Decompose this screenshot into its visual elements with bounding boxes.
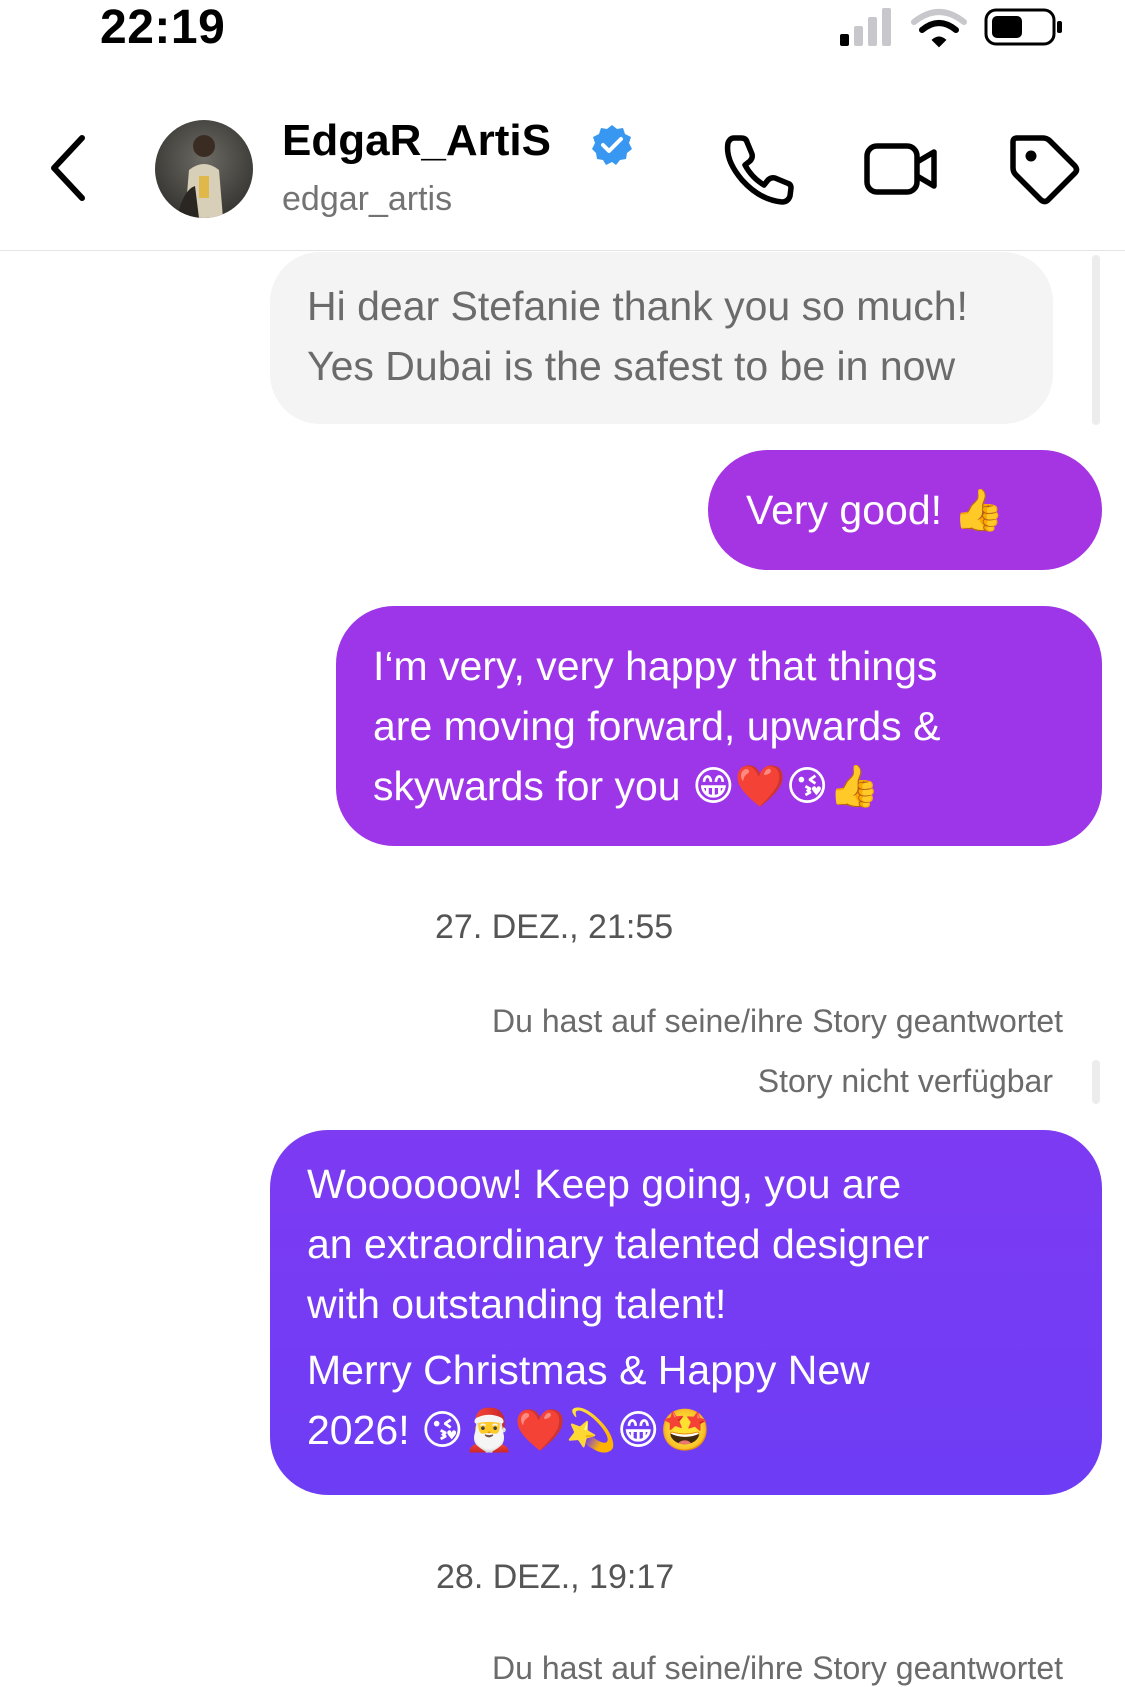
message-line: are moving forward, upwards & xyxy=(373,703,941,749)
story-reply-note: Du hast auf seine/ihre Story geantwortet xyxy=(492,1003,1063,1039)
verified-badge-icon xyxy=(592,125,632,165)
date-separator: 27. DEZ., 21:55 xyxy=(435,908,674,946)
message-bubble-outgoing[interactable]: Woooooow! Keep going, you are an extraor… xyxy=(270,1130,1102,1495)
status-time: 22:19 xyxy=(100,1,226,54)
story-reply-note: Du hast auf seine/ihre Story geantwortet xyxy=(492,1650,1063,1686)
message-line: with outstanding talent! xyxy=(307,1281,727,1327)
message-bubble-incoming[interactable]: Hi dear Stefanie thank you so much! Yes … xyxy=(270,252,1053,424)
battery-icon xyxy=(984,8,1062,46)
avatar[interactable] xyxy=(155,120,253,218)
status-icons xyxy=(840,8,1062,48)
message-line: an extraordinary talented designer xyxy=(307,1221,930,1267)
chat-screen: 22:19 EdgaR_ArtiS edgar_artis Hi dear St… xyxy=(0,0,1125,1687)
display-name[interactable]: EdgaR_ArtiS xyxy=(282,116,551,166)
cellular-signal-icon xyxy=(840,8,891,46)
story-unavailable-note[interactable]: Story nicht verfügbar xyxy=(758,1063,1053,1100)
message-line: Hi dear Stefanie thank you so much! xyxy=(307,283,968,329)
scroll-indicator[interactable] xyxy=(1092,1060,1100,1104)
video-camera-icon[interactable] xyxy=(862,130,940,208)
message-line: skywards for you 😁❤️😘👍 xyxy=(373,763,880,809)
tag-icon[interactable] xyxy=(1005,130,1083,208)
message-line: Merry Christmas & Happy New xyxy=(307,1347,870,1393)
message-bubble-outgoing[interactable]: Very good! 👍 xyxy=(708,450,1102,570)
scroll-indicator[interactable] xyxy=(1092,255,1100,425)
message-line: Woooooow! Keep going, you are xyxy=(307,1161,902,1207)
message-bubble-outgoing[interactable]: I‘m very, very happy that things are mov… xyxy=(336,606,1102,846)
wifi-icon xyxy=(911,9,967,48)
back-chevron-icon[interactable] xyxy=(40,128,100,208)
phone-icon[interactable] xyxy=(720,130,798,208)
date-separator: 28. DEZ., 19:17 xyxy=(436,1558,675,1596)
chat-header: EdgaR_ArtiS edgar_artis xyxy=(0,90,1125,251)
message-line: Very good! 👍 xyxy=(746,487,1005,533)
message-line: 2026! 😘🎅❤️💫😁🤩 xyxy=(307,1407,711,1453)
message-line: I‘m very, very happy that things xyxy=(373,643,938,689)
username[interactable]: edgar_artis xyxy=(282,180,452,219)
message-line: Yes Dubai is the safest to be in now xyxy=(307,343,956,389)
